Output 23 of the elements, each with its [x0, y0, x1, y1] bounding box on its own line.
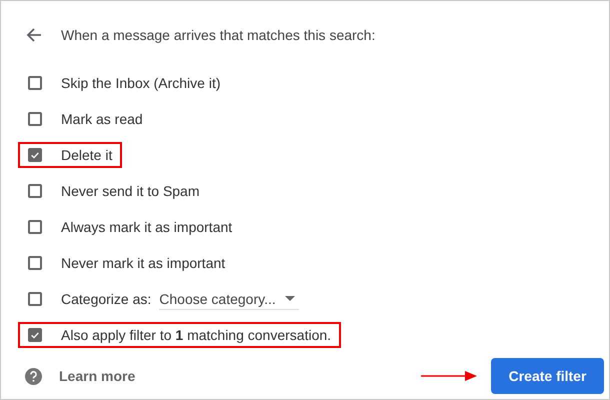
- option-label: Never mark it as important: [61, 255, 226, 271]
- option-label: Always mark it as important: [61, 219, 232, 235]
- header-text: When a message arrives that matches this search:: [61, 27, 376, 43]
- checkbox[interactable]: [28, 328, 42, 342]
- checkbox[interactable]: [28, 148, 42, 162]
- checkbox[interactable]: [28, 292, 42, 306]
- checkbox[interactable]: [28, 256, 42, 270]
- help-icon[interactable]: [25, 368, 42, 384]
- checkbox[interactable]: [28, 112, 42, 126]
- checkbox[interactable]: [28, 76, 42, 90]
- checkbox[interactable]: [28, 184, 42, 198]
- checkbox[interactable]: [28, 220, 42, 234]
- option-label: Also apply filter to 1 matching conversation.: [61, 327, 332, 343]
- option-label: Never send it to Spam: [61, 183, 200, 199]
- option-label: Skip the Inbox (Archive it): [61, 75, 221, 91]
- option-label: Mark as read: [61, 111, 143, 127]
- caret-icon: [285, 296, 296, 301]
- learn-more-link[interactable]: Learn more: [59, 368, 136, 384]
- category-dropdown[interactable]: Choose category...: [159, 288, 300, 310]
- back-arrow-icon[interactable]: [26, 27, 42, 43]
- option-label: Categorize as:: [61, 291, 152, 307]
- create-filter-button[interactable]: Create filter: [491, 358, 604, 394]
- option-label: Delete it: [61, 147, 112, 163]
